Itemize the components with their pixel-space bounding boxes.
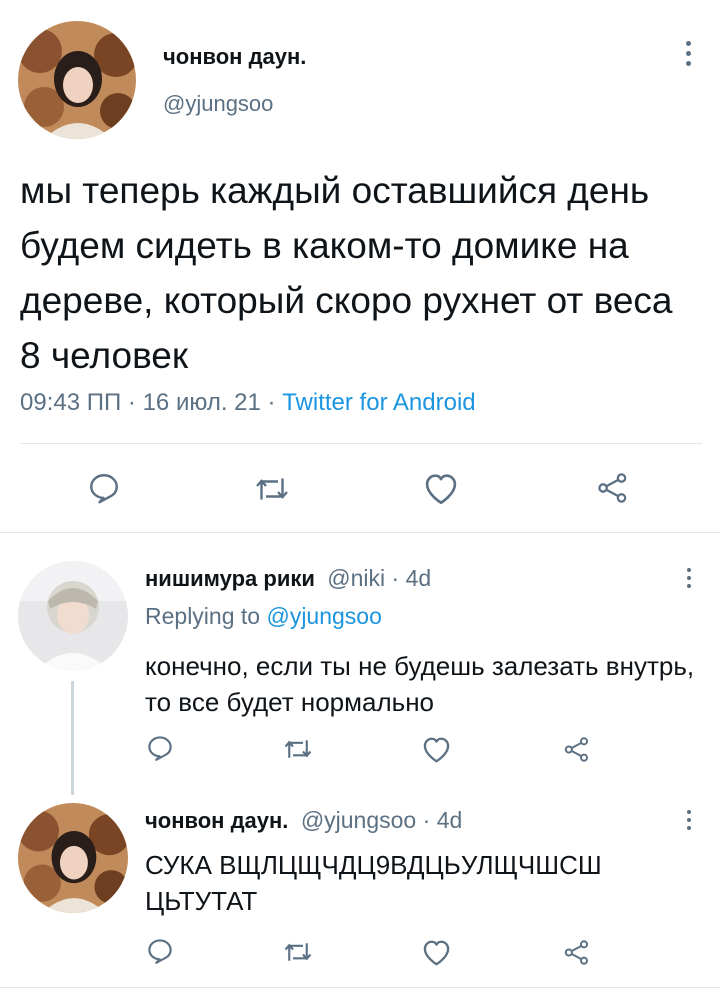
divider: [0, 532, 720, 533]
reply-text: конечно, если ты не будешь залезать внут…: [145, 651, 695, 717]
reply-age: 4d: [405, 565, 432, 591]
retweet-icon[interactable]: [283, 938, 313, 966]
tweet-text: мы теперь каждый оставшийся день будем с…: [20, 170, 673, 376]
reply-author-name[interactable]: чонвон даун.: [145, 808, 288, 833]
more-icon[interactable]: [683, 41, 693, 66]
replying-to: Replying to @yjungsoo: [145, 603, 382, 630]
tweet-meta: 09:43 ПП · 16 июл. 21 · Twitter for Andr…: [20, 389, 476, 417]
tweet-source[interactable]: Twitter for Android: [282, 389, 475, 416]
reply-author-name[interactable]: нишимура рики: [145, 566, 315, 591]
replying-prefix: Replying to: [145, 603, 261, 629]
retweet-icon[interactable]: [254, 472, 290, 506]
more-icon[interactable]: [684, 568, 694, 588]
avatar-photo: [18, 561, 128, 671]
reply-author-handle[interactable]: @yjungsoo: [301, 807, 416, 833]
reply-icon[interactable]: [86, 470, 122, 506]
author-name[interactable]: чонвон даун.: [163, 44, 306, 70]
tweet-time: 09:43 ПП: [20, 389, 122, 416]
reply-avatar[interactable]: [18, 803, 128, 913]
author-handle[interactable]: @yjungsoo: [163, 91, 273, 117]
avatar-photo: [18, 803, 128, 913]
thread-line: [71, 681, 74, 795]
author-avatar[interactable]: [18, 21, 136, 139]
like-icon[interactable]: [420, 937, 453, 967]
reply-text: СУКА ВЩЛЦЩЧДЦ9ВДЦЬУЛЩЧШСШ ЦЬТУТАТ: [145, 850, 602, 916]
reply-avatar[interactable]: [18, 561, 128, 671]
retweet-icon[interactable]: [283, 735, 313, 763]
divider: [20, 443, 702, 444]
like-icon[interactable]: [420, 734, 453, 764]
share-icon[interactable]: [596, 472, 630, 504]
share-icon[interactable]: [563, 939, 591, 966]
like-icon[interactable]: [421, 470, 461, 506]
meta-separator: ·: [267, 389, 276, 416]
more-icon[interactable]: [684, 810, 694, 830]
reply-author-handle[interactable]: @niki: [327, 565, 385, 591]
avatar-photo: [18, 21, 136, 139]
replying-to-handle[interactable]: @yjungsoo: [266, 603, 381, 629]
tweet-date: 16 июл. 21: [142, 389, 261, 416]
share-icon[interactable]: [563, 736, 591, 763]
reply-icon[interactable]: [145, 733, 175, 763]
meta-separator: ·: [422, 807, 431, 833]
reply-header: нишимура рики @niki · 4d: [145, 565, 431, 592]
reply-header: чонвон даун. @yjungsoo · 4d: [145, 807, 462, 834]
reply-age: 4d: [436, 807, 463, 833]
reply-icon[interactable]: [145, 936, 175, 966]
meta-separator: ·: [127, 389, 136, 416]
meta-separator: ·: [391, 565, 400, 591]
